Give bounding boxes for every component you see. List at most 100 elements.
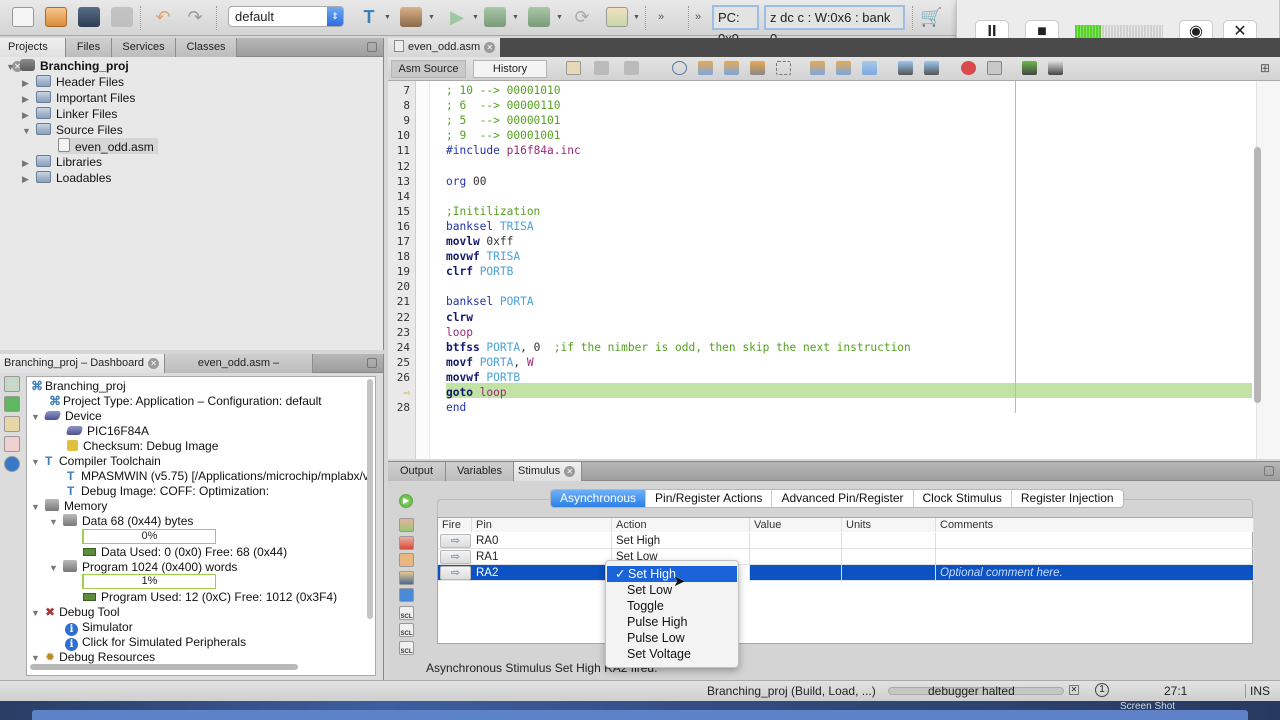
undo-icon[interactable]: ↶ xyxy=(152,7,174,27)
toggle-highlight-icon[interactable] xyxy=(750,61,765,75)
cell-comments[interactable] xyxy=(936,549,1254,565)
toggle-bookmark-icon[interactable] xyxy=(862,61,877,75)
cancel-task-icon[interactable]: ✕ xyxy=(1069,685,1079,695)
configuration-select[interactable]: default ⇕ xyxy=(228,6,344,27)
dash-device[interactable]: ▼ Device xyxy=(31,408,102,424)
find-next-icon[interactable] xyxy=(724,61,739,75)
new-file-icon[interactable] xyxy=(12,7,34,27)
tree-item-header-files[interactable]: ▶ Header Files xyxy=(22,74,124,90)
tree-item-linker-files[interactable]: ▶ Linker Files xyxy=(22,106,117,122)
start-macro-recording-icon[interactable] xyxy=(961,61,976,75)
tab-stimulus[interactable]: Stimulus ✕ xyxy=(514,462,582,481)
open-folder-icon[interactable] xyxy=(399,570,414,585)
chip-icon[interactable] xyxy=(4,416,20,432)
previous-bookmark-icon[interactable] xyxy=(810,61,825,75)
split-view-icon[interactable]: ⊞ xyxy=(1260,61,1275,75)
breakpoint-gutter[interactable] xyxy=(416,81,430,459)
tree-project-root[interactable]: ▼ Branching_proj xyxy=(6,58,129,74)
back-icon[interactable] xyxy=(594,61,609,75)
fire-button[interactable]: ⇨ xyxy=(440,550,471,564)
dash-debug-resources[interactable]: ▼ ✹ Debug Resources xyxy=(31,649,155,665)
cell-comments[interactable] xyxy=(936,533,1254,549)
comment-icon[interactable] xyxy=(1022,61,1037,75)
rectangular-selection-icon[interactable] xyxy=(776,61,791,75)
column-header-pin[interactable]: Pin xyxy=(472,518,612,532)
more-chevron-icon[interactable]: » xyxy=(692,7,704,27)
tab-files[interactable]: Files xyxy=(66,38,112,57)
expanded-triangle-icon[interactable]: ▼ xyxy=(31,409,45,425)
tab-asm-source[interactable]: Asm Source xyxy=(391,60,466,78)
dash-data-memory[interactable]: ▼ Data 68 (0x44) bytes xyxy=(49,513,193,529)
open-project-icon[interactable] xyxy=(78,7,100,27)
tab-dashboard[interactable]: Branching_proj – Dashboard ✕ xyxy=(0,354,165,373)
simulated-peripherals-link[interactable]: Click for Simulated Peripherals xyxy=(82,635,246,649)
table-row[interactable]: ⇨RA2 Set High Optional comment here. xyxy=(438,565,1254,581)
tab-history[interactable]: History xyxy=(473,60,547,78)
debug-main-project-icon[interactable] xyxy=(606,7,628,27)
tab-register-injection[interactable]: Register Injection xyxy=(1012,490,1123,507)
new-project-icon[interactable] xyxy=(45,7,67,27)
tree-item-source-files[interactable]: ▼ Source Files xyxy=(22,122,123,138)
cell-pin[interactable]: RA1 xyxy=(472,549,612,565)
find-icon[interactable] xyxy=(672,61,687,75)
next-bookmark-icon[interactable] xyxy=(836,61,851,75)
more-chevron-icon[interactable]: » xyxy=(650,7,672,27)
tree-item-loadables[interactable]: ▶ Loadables xyxy=(22,170,111,186)
cell-units[interactable] xyxy=(842,565,936,581)
cell-action[interactable]: Set High xyxy=(612,533,750,549)
collapsed-triangle-icon[interactable]: ▶ xyxy=(22,171,36,187)
column-header-action[interactable]: Action xyxy=(612,518,750,532)
notifications-badge[interactable]: 1 xyxy=(1095,683,1109,697)
expanded-triangle-icon[interactable]: ▼ xyxy=(49,560,63,576)
restore-window-icon[interactable] xyxy=(1264,466,1274,476)
pdf-icon[interactable] xyxy=(4,436,20,452)
tab-clock-stimulus[interactable]: Clock Stimulus xyxy=(914,490,1012,507)
dropdown-option[interactable]: Set Low xyxy=(606,582,738,598)
editor-scrollbar-thumb[interactable] xyxy=(1254,147,1261,403)
last-edit-icon[interactable] xyxy=(566,61,581,75)
close-icon[interactable]: ✕ xyxy=(484,41,496,53)
clean-build-icon[interactable] xyxy=(400,7,422,27)
stop-macro-recording-icon[interactable] xyxy=(987,61,1002,75)
shift-right-icon[interactable] xyxy=(924,61,939,75)
column-header-comments[interactable]: Comments xyxy=(936,518,1254,532)
shopping-cart-icon[interactable]: 🛒 xyxy=(920,7,942,27)
tree-item-important-files[interactable]: ▶ Important Files xyxy=(22,90,135,106)
expanded-triangle-icon[interactable]: ▼ xyxy=(6,59,20,75)
column-header-fire[interactable]: Fire xyxy=(438,518,472,532)
dropdown-arrow-icon[interactable]: ▼ xyxy=(633,14,640,21)
dash-simulated-peripherals[interactable]: i Click for Simulated Peripherals xyxy=(65,634,246,651)
expanded-triangle-icon[interactable]: ▼ xyxy=(31,605,45,621)
project-properties-icon[interactable] xyxy=(4,376,20,392)
tab-asynchronous[interactable]: Asynchronous xyxy=(551,490,647,507)
redo-icon[interactable]: ↷ xyxy=(184,7,206,27)
collapsed-triangle-icon[interactable]: ▶ xyxy=(22,155,36,171)
cell-pin[interactable]: RA0 xyxy=(472,533,612,549)
dropdown-arrow-icon[interactable]: ▼ xyxy=(512,14,519,21)
apply-play-icon[interactable]: ▶ xyxy=(399,494,413,508)
shift-left-icon[interactable] xyxy=(898,61,913,75)
dropdown-arrow-icon[interactable]: ▼ xyxy=(472,14,479,21)
collapsed-triangle-icon[interactable]: ▶ xyxy=(22,75,36,91)
restore-window-icon[interactable] xyxy=(367,358,377,368)
close-icon[interactable]: ✕ xyxy=(148,357,160,369)
add-row-icon[interactable] xyxy=(399,518,414,532)
cell-comments[interactable]: Optional comment here. xyxy=(936,565,1254,581)
dropdown-option[interactable]: Toggle xyxy=(606,598,738,614)
close-project-icon[interactable] xyxy=(111,7,133,27)
dropdown-option[interactable]: ✓ Set High xyxy=(607,566,737,582)
program-device-icon[interactable] xyxy=(484,7,506,27)
tree-item-even-odd-asm[interactable]: even_odd.asm xyxy=(58,138,158,154)
dropdown-arrow-icon[interactable]: ▼ xyxy=(384,14,391,21)
fire-button[interactable]: ⇨ xyxy=(440,566,471,580)
expanded-triangle-icon[interactable]: ▼ xyxy=(49,514,63,530)
cell-units[interactable] xyxy=(842,549,936,565)
collapsed-triangle-icon[interactable]: ▶ xyxy=(22,91,36,107)
save-icon[interactable] xyxy=(399,588,414,602)
column-header-units[interactable]: Units xyxy=(842,518,936,532)
dropdown-option[interactable]: Pulse Low xyxy=(606,630,738,646)
run-icon[interactable]: ▶ xyxy=(446,7,468,27)
forward-icon[interactable] xyxy=(624,61,639,75)
tree-item-libraries[interactable]: ▶ Libraries xyxy=(22,154,102,170)
tab-services[interactable]: Services xyxy=(112,38,176,57)
